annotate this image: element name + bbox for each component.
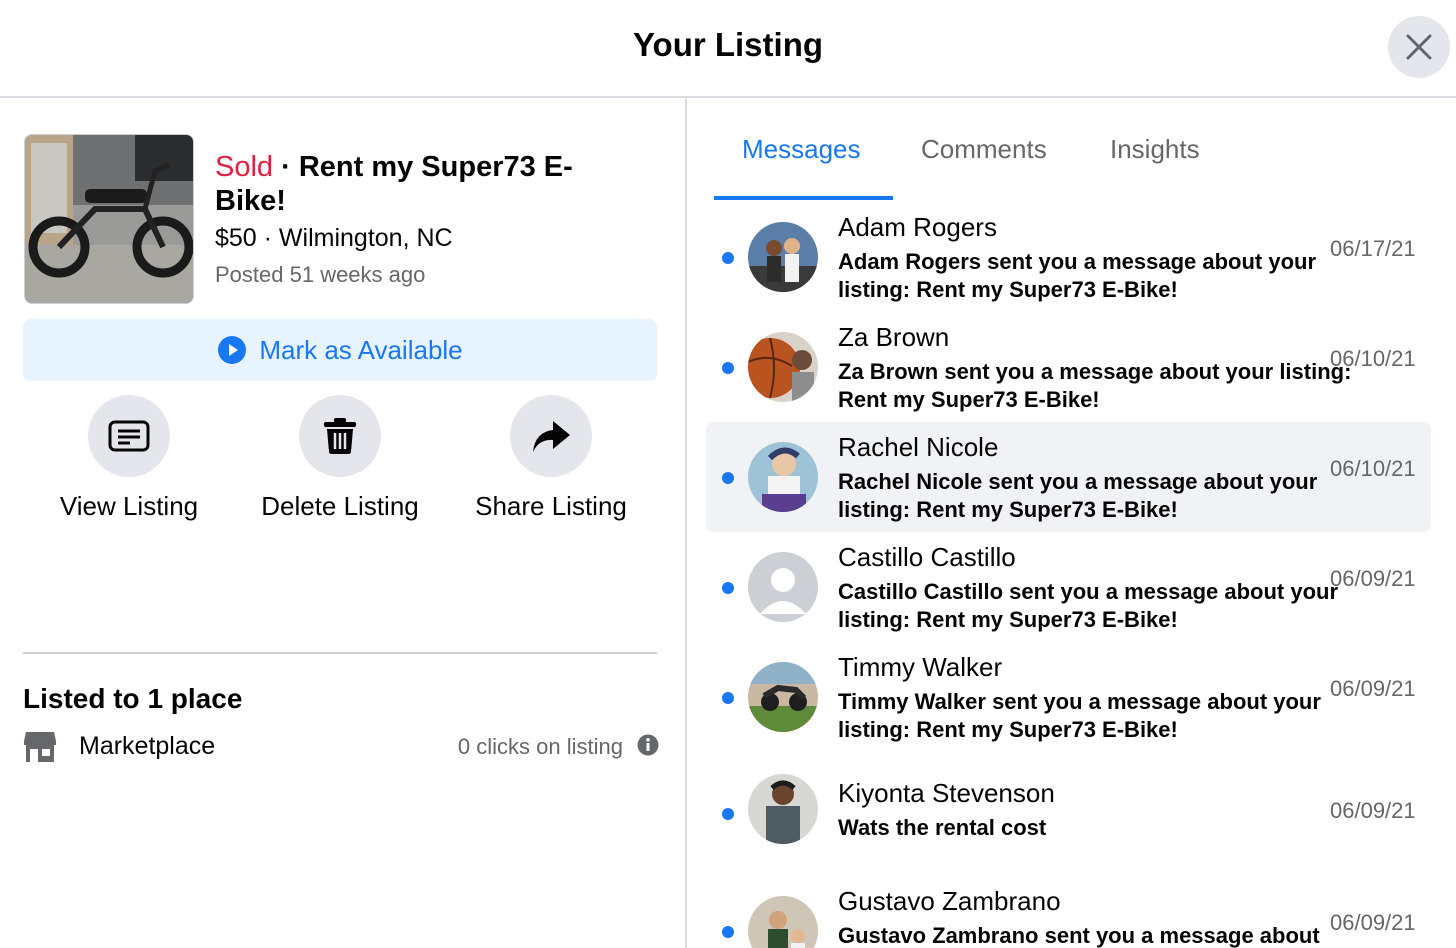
place-name: Marketplace	[79, 732, 216, 760]
mark-as-available-button[interactable]: Mark as Available	[23, 319, 657, 381]
share-listing-button[interactable]: Share Listing	[451, 395, 651, 522]
message-item[interactable]: Rachel Nicole Rachel Nicole sent you a m…	[706, 422, 1431, 532]
marketplace-row: Marketplace 0 clicks on listing	[23, 728, 659, 768]
section-divider	[23, 652, 657, 654]
message-preview: Wats the rental cost	[838, 815, 1047, 840]
avatar	[748, 332, 818, 402]
tab-insights[interactable]: Insights	[1110, 134, 1200, 165]
message-preview: Rachel Nicole sent you a message about y…	[838, 469, 1318, 522]
listing-photo[interactable]	[24, 134, 194, 304]
share-listing-label: Share Listing	[475, 491, 627, 521]
message-date: 06/09/21	[1330, 566, 1416, 591]
sender-name: Timmy Walker	[838, 652, 1003, 682]
message-date: 06/09/21	[1330, 798, 1416, 823]
close-icon	[1406, 34, 1432, 60]
sender-name: Adam Rogers	[838, 212, 997, 242]
mark-as-available-label: Mark as Available	[259, 334, 463, 365]
message-date: 06/17/21	[1330, 236, 1416, 261]
unread-dot	[722, 926, 734, 938]
message-list: Adam Rogers Adam Rogers sent you a messa…	[706, 202, 1436, 948]
listing-card-icon	[108, 420, 150, 452]
unread-dot	[722, 472, 734, 484]
trash-icon	[324, 418, 356, 454]
avatar	[748, 774, 818, 844]
message-preview: Gustavo Zambrano sent you a message abou…	[838, 923, 1320, 948]
message-item[interactable]: Adam Rogers Adam Rogers sent you a messa…	[706, 202, 1431, 312]
panel-divider	[685, 98, 687, 948]
tab-comments[interactable]: Comments	[921, 134, 1047, 165]
tab-messages[interactable]: Messages	[742, 134, 861, 165]
storefront-icon	[24, 732, 56, 762]
view-listing-circle	[88, 395, 170, 477]
delete-listing-button[interactable]: Delete Listing	[240, 395, 440, 522]
share-arrow-icon	[533, 421, 570, 452]
sender-name: Gustavo Zambrano	[838, 886, 1061, 916]
unread-dot	[722, 808, 734, 820]
message-item[interactable]: Kiyonta Stevenson Wats the rental cost 0…	[706, 752, 1431, 862]
listed-heading: Listed to 1 place	[23, 683, 243, 714]
ebike-photo	[25, 135, 193, 303]
avatar	[748, 222, 818, 292]
share-listing-circle	[510, 395, 592, 477]
message-item[interactable]: Gustavo Zambrano Gustavo Zambrano sent y…	[706, 876, 1431, 948]
info-icon[interactable]	[637, 734, 659, 756]
view-listing-label: View Listing	[59, 491, 199, 521]
sender-name: Kiyonta Stevenson	[838, 778, 1055, 808]
posted-time: Posted 51 weeks ago	[215, 262, 426, 287]
unread-dot	[722, 252, 734, 264]
message-preview: Timmy Walker sent you a message about yo…	[838, 689, 1321, 742]
sender-name: Za Brown	[838, 322, 950, 352]
message-item[interactable]: Za Brown Za Brown sent you a message abo…	[706, 312, 1431, 422]
active-tab-indicator	[714, 196, 893, 200]
unread-dot	[722, 582, 734, 594]
sender-name: Rachel Nicole	[838, 432, 999, 462]
message-date: 06/10/21	[1330, 456, 1416, 481]
delete-listing-label: Delete Listing	[261, 491, 419, 521]
avatar	[748, 662, 818, 732]
play-circle-icon	[218, 336, 247, 364]
view-listing-button[interactable]: View Listing	[29, 395, 229, 522]
avatar	[748, 896, 818, 948]
clicks-count: 0 clicks on listing	[457, 734, 623, 759]
message-item[interactable]: Timmy Walker Timmy Walker sent you a mes…	[706, 642, 1431, 752]
listing-title-block: Sold · Rent my Super73 E-Bike!	[215, 150, 635, 218]
message-preview: Za Brown sent you a message about your l…	[838, 359, 1352, 412]
message-date: 06/09/21	[1330, 910, 1416, 935]
listing-panel: Sold · Rent my Super73 E-Bike! $50 · Wil…	[0, 98, 686, 948]
dialog-header: Your Listing	[0, 0, 1456, 98]
delete-listing-circle	[299, 395, 381, 477]
default-avatar-icon	[748, 552, 818, 622]
status-label: Sold	[215, 151, 274, 183]
message-item[interactable]: Castillo Castillo Castillo Castillo sent…	[706, 532, 1431, 642]
dialog-title: Your Listing	[632, 26, 824, 63]
message-preview: Adam Rogers sent you a message about you…	[838, 249, 1317, 302]
message-preview: Castillo Castillo sent you a message abo…	[838, 579, 1339, 632]
message-date: 06/09/21	[1330, 676, 1416, 701]
close-button[interactable]	[1388, 16, 1450, 78]
unread-dot	[722, 362, 734, 374]
sender-name: Castillo Castillo	[838, 542, 1016, 572]
price-location: $50 · Wilmington, NC	[215, 224, 453, 252]
avatar	[748, 442, 818, 512]
unread-dot	[722, 692, 734, 704]
status-separator: ·	[273, 151, 299, 183]
message-date: 06/10/21	[1330, 346, 1416, 371]
